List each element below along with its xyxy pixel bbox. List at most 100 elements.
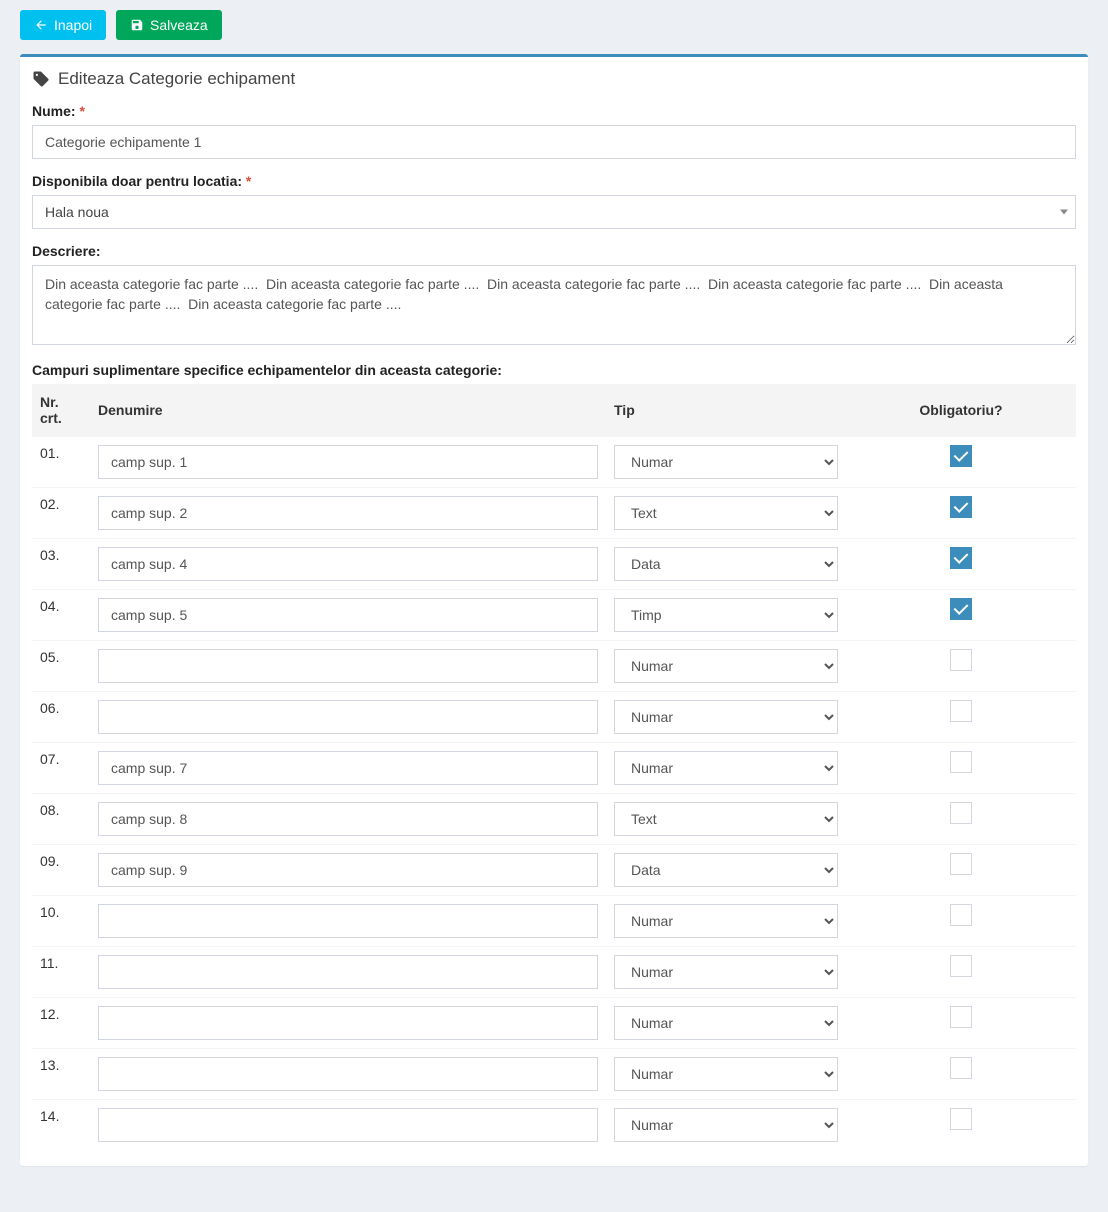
tip-cell: NumarTextDataTimp bbox=[606, 488, 846, 539]
back-button[interactable]: Inapoi bbox=[20, 10, 106, 40]
panel-header: Editeaza Categorie echipament bbox=[20, 57, 1088, 93]
tip-select[interactable]: NumarTextDataTimp bbox=[614, 598, 838, 632]
obligatoriu-checkbox[interactable] bbox=[950, 955, 972, 977]
tip-select[interactable]: NumarTextDataTimp bbox=[614, 1108, 838, 1142]
tip-cell: NumarTextDataTimp bbox=[606, 590, 846, 641]
edit-category-panel: Editeaza Categorie echipament Nume: * Di… bbox=[20, 54, 1088, 1166]
required-mark: * bbox=[246, 173, 251, 189]
table-row: 14.NumarTextDataTimp bbox=[32, 1100, 1076, 1151]
denumire-input[interactable] bbox=[98, 853, 598, 887]
tip-select[interactable]: NumarTextDataTimp bbox=[614, 955, 838, 989]
col-tip-header: Tip bbox=[606, 384, 846, 437]
denumire-cell bbox=[90, 845, 606, 896]
table-row: 09.NumarTextDataTimp bbox=[32, 845, 1076, 896]
denumire-input[interactable] bbox=[98, 496, 598, 530]
nr-cell: 12. bbox=[32, 998, 90, 1049]
denumire-input[interactable] bbox=[98, 751, 598, 785]
denumire-input[interactable] bbox=[98, 445, 598, 479]
denumire-input[interactable] bbox=[98, 955, 598, 989]
denumire-input[interactable] bbox=[98, 1057, 598, 1091]
nr-cell: 05. bbox=[32, 641, 90, 692]
arrow-left-icon bbox=[34, 18, 48, 32]
nr-cell: 08. bbox=[32, 794, 90, 845]
table-row: 13. NumarTextDataTimp bbox=[32, 1049, 1076, 1100]
nr-cell: 07. bbox=[32, 743, 90, 794]
tip-select[interactable]: NumarTextDataTimp bbox=[614, 649, 838, 683]
table-row: 02. NumarTextDataTimp bbox=[32, 488, 1076, 539]
tip-select[interactable]: NumarTextDataTimp bbox=[614, 496, 838, 530]
nr-cell: 13. bbox=[32, 1049, 90, 1100]
location-group: Disponibila doar pentru locatia: * Hala … bbox=[32, 173, 1076, 229]
tip-select[interactable]: NumarTextDataTimp bbox=[614, 802, 838, 836]
obligatoriu-cell bbox=[846, 845, 1076, 896]
tip-cell: NumarTextDataTimp bbox=[606, 794, 846, 845]
obligatoriu-checkbox[interactable] bbox=[950, 1108, 972, 1130]
tip-select[interactable]: NumarTextDataTimp bbox=[614, 904, 838, 938]
extra-fields-group: Campuri suplimentare specifice echipamen… bbox=[32, 362, 1076, 378]
obligatoriu-checkbox[interactable] bbox=[950, 1006, 972, 1028]
obligatoriu-cell bbox=[846, 692, 1076, 743]
tip-select[interactable]: NumarTextDataTimp bbox=[614, 1057, 838, 1091]
denumire-input[interactable] bbox=[98, 1108, 598, 1142]
denumire-cell bbox=[90, 998, 606, 1049]
obligatoriu-checkbox[interactable] bbox=[950, 802, 972, 824]
denumire-cell bbox=[90, 1049, 606, 1100]
tip-select[interactable]: NumarTextDataTimp bbox=[614, 445, 838, 479]
back-button-label: Inapoi bbox=[54, 17, 92, 33]
location-select[interactable]: Hala noua bbox=[32, 195, 1076, 229]
obligatoriu-checkbox[interactable] bbox=[950, 649, 972, 671]
table-row: 03.NumarTextDataTimp bbox=[32, 539, 1076, 590]
denumire-input[interactable] bbox=[98, 547, 598, 581]
denumire-input[interactable] bbox=[98, 649, 598, 683]
denumire-input[interactable] bbox=[98, 700, 598, 734]
save-button-label: Salveaza bbox=[150, 17, 208, 33]
denumire-cell bbox=[90, 692, 606, 743]
table-row: 10.NumarTextDataTimp bbox=[32, 896, 1076, 947]
table-row: 04. NumarTextDataTimp bbox=[32, 590, 1076, 641]
denumire-input[interactable] bbox=[98, 904, 598, 938]
name-input[interactable] bbox=[32, 125, 1076, 159]
obligatoriu-cell bbox=[846, 590, 1076, 641]
denumire-input[interactable] bbox=[98, 598, 598, 632]
panel-title: Editeaza Categorie echipament bbox=[58, 69, 295, 89]
tip-cell: NumarTextDataTimp bbox=[606, 1049, 846, 1100]
obligatoriu-checkbox[interactable] bbox=[950, 700, 972, 722]
obligatoriu-checkbox[interactable] bbox=[950, 904, 972, 926]
tip-cell: NumarTextDataTimp bbox=[606, 539, 846, 590]
denumire-cell bbox=[90, 896, 606, 947]
obligatoriu-checkbox[interactable] bbox=[950, 496, 972, 518]
table-header-row: Nr. crt. Denumire Tip Obligatoriu? bbox=[32, 384, 1076, 437]
nr-cell: 11. bbox=[32, 947, 90, 998]
obligatoriu-checkbox[interactable] bbox=[950, 547, 972, 569]
obligatoriu-checkbox[interactable] bbox=[950, 445, 972, 467]
nr-cell: 01. bbox=[32, 437, 90, 488]
denumire-cell bbox=[90, 641, 606, 692]
col-denumire-header: Denumire bbox=[90, 384, 606, 437]
obligatoriu-cell bbox=[846, 488, 1076, 539]
nr-cell: 04. bbox=[32, 590, 90, 641]
save-button[interactable]: Salveaza bbox=[116, 10, 222, 40]
tip-select[interactable]: NumarTextDataTimp bbox=[614, 1006, 838, 1040]
tip-select[interactable]: NumarTextDataTimp bbox=[614, 853, 838, 887]
tip-select[interactable]: NumarTextDataTimp bbox=[614, 700, 838, 734]
table-row: 05. NumarTextDataTimp bbox=[32, 641, 1076, 692]
location-selected-text: Hala noua bbox=[45, 204, 109, 220]
name-label: Nume: * bbox=[32, 103, 1076, 119]
denumire-cell bbox=[90, 794, 606, 845]
tip-select[interactable]: NumarTextDataTimp bbox=[614, 547, 838, 581]
tag-icon bbox=[32, 70, 50, 88]
save-icon bbox=[130, 18, 144, 32]
obligatoriu-cell bbox=[846, 1100, 1076, 1151]
obligatoriu-checkbox[interactable] bbox=[950, 1057, 972, 1079]
tip-select[interactable]: NumarTextDataTimp bbox=[614, 751, 838, 785]
denumire-cell bbox=[90, 437, 606, 488]
obligatoriu-checkbox[interactable] bbox=[950, 853, 972, 875]
nr-cell: 02. bbox=[32, 488, 90, 539]
table-row: 07. NumarTextDataTimp bbox=[32, 743, 1076, 794]
description-textarea[interactable] bbox=[32, 265, 1076, 345]
denumire-input[interactable] bbox=[98, 1006, 598, 1040]
denumire-cell bbox=[90, 539, 606, 590]
denumire-input[interactable] bbox=[98, 802, 598, 836]
obligatoriu-checkbox[interactable] bbox=[950, 598, 972, 620]
obligatoriu-checkbox[interactable] bbox=[950, 751, 972, 773]
